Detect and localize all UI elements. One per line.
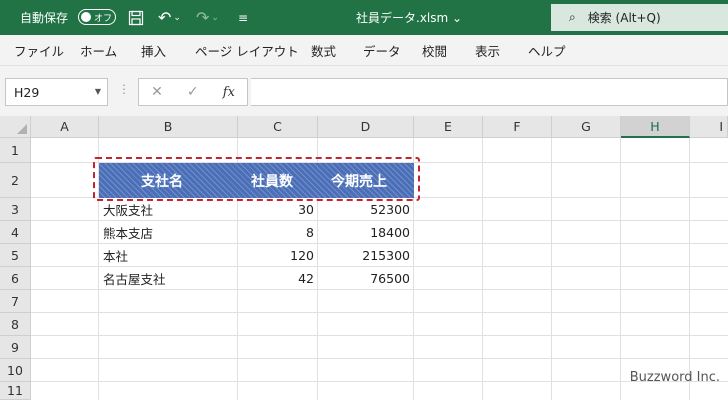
row-header-4[interactable]: 4 bbox=[0, 221, 31, 244]
gridline bbox=[31, 312, 728, 313]
cell-b3[interactable]: 大阪支社 bbox=[99, 198, 238, 221]
cell-c6[interactable]: 42 bbox=[238, 267, 318, 290]
row-header-11[interactable]: 11 bbox=[0, 382, 31, 400]
row-header-1[interactable]: 1 bbox=[0, 138, 31, 163]
cell-b5[interactable]: 本社 bbox=[99, 244, 238, 267]
search-icon: ⌕ bbox=[569, 10, 576, 24]
column-header-b[interactable]: B bbox=[99, 116, 238, 138]
row-header-10[interactable]: 10 bbox=[0, 359, 31, 382]
row-header-6[interactable]: 6 bbox=[0, 267, 31, 290]
column-header-h[interactable]: H bbox=[621, 116, 690, 138]
name-box-dropdown-icon[interactable]: ▼ bbox=[95, 87, 101, 96]
tab-help[interactable]: ヘルプ bbox=[528, 35, 566, 66]
cell-d4[interactable]: 18400 bbox=[318, 221, 414, 244]
row-header-2[interactable]: 2 bbox=[0, 163, 31, 198]
cell-d6[interactable]: 76500 bbox=[318, 267, 414, 290]
worksheet-grid[interactable]: A B C D E F G H I 1 2 3 4 5 6 7 8 9 10 1… bbox=[0, 116, 728, 400]
name-box[interactable]: H29 ▼ bbox=[5, 78, 108, 106]
column-header-d[interactable]: D bbox=[318, 116, 414, 138]
redo-dropdown-icon[interactable]: ⌄ bbox=[211, 13, 219, 23]
gridline bbox=[620, 138, 621, 400]
save-icon[interactable] bbox=[128, 0, 144, 35]
watermark: Buzzword Inc. bbox=[629, 370, 720, 385]
row-header-5[interactable]: 5 bbox=[0, 244, 31, 267]
toggle-knob bbox=[81, 12, 91, 22]
redo-glyph: ↷ bbox=[196, 8, 210, 27]
cell-d5[interactable]: 215300 bbox=[318, 244, 414, 267]
search-box[interactable]: ⌕ 検索 (Alt+Q) bbox=[551, 4, 728, 31]
title-bar: 自動保存 オフ ↶ ⌄ ↷ ⌄ ≡ 社員データ.xlsm ⌄ ⌕ 検索 (Alt… bbox=[0, 0, 728, 35]
column-header-i[interactable]: I bbox=[690, 116, 728, 138]
cell-c3[interactable]: 30 bbox=[238, 198, 318, 221]
tab-home[interactable]: ホーム bbox=[80, 35, 117, 66]
column-header-a[interactable]: A bbox=[31, 116, 99, 138]
insert-function-icon[interactable]: fx bbox=[223, 85, 235, 100]
row-header-7[interactable]: 7 bbox=[0, 290, 31, 313]
tab-formulas[interactable]: 数式 bbox=[311, 35, 336, 66]
customize-qat-icon[interactable]: ≡ bbox=[238, 0, 248, 35]
cell-c4[interactable]: 8 bbox=[238, 221, 318, 244]
enter-icon[interactable]: ✓ bbox=[187, 84, 199, 100]
cell-c5[interactable]: 120 bbox=[238, 244, 318, 267]
gridline bbox=[31, 335, 728, 336]
gridline bbox=[551, 138, 552, 400]
gridline bbox=[31, 358, 728, 359]
cell-d3[interactable]: 52300 bbox=[318, 198, 414, 221]
column-header-c[interactable]: C bbox=[238, 116, 318, 138]
undo-dropdown-icon[interactable]: ⌄ bbox=[173, 13, 181, 23]
column-header-f[interactable]: F bbox=[483, 116, 552, 138]
row-header-3[interactable]: 3 bbox=[0, 198, 31, 221]
row-header-8[interactable]: 8 bbox=[0, 313, 31, 336]
gridline bbox=[482, 138, 483, 400]
tab-page-layout[interactable]: ページ レイアウト bbox=[195, 35, 299, 66]
save-icon-graphic bbox=[128, 10, 144, 25]
autosave-toggle[interactable]: オフ bbox=[78, 9, 116, 25]
tab-review[interactable]: 校閲 bbox=[422, 35, 447, 66]
document-title[interactable]: 社員データ.xlsm ⌄ bbox=[356, 0, 462, 35]
tab-insert[interactable]: 挿入 bbox=[141, 35, 166, 66]
undo-icon[interactable]: ↶ ⌄ bbox=[158, 0, 181, 35]
gridline bbox=[31, 381, 728, 382]
tab-file[interactable]: ファイル bbox=[14, 35, 64, 66]
name-box-value: H29 bbox=[14, 84, 40, 100]
autosave-state: オフ bbox=[94, 13, 113, 24]
column-header-g[interactable]: G bbox=[552, 116, 621, 138]
formula-input[interactable] bbox=[251, 78, 728, 106]
copy-marquee bbox=[93, 157, 420, 201]
cell-b6[interactable]: 名古屋支社 bbox=[99, 267, 238, 290]
redo-icon[interactable]: ↷ ⌄ bbox=[196, 0, 219, 35]
cell-b4[interactable]: 熊本支店 bbox=[99, 221, 238, 244]
formula-bar-grip-icon[interactable]: ⋮ bbox=[118, 82, 130, 96]
formula-buttons: ✕ ✓ fx bbox=[138, 78, 248, 106]
row-header-9[interactable]: 9 bbox=[0, 336, 31, 359]
undo-glyph: ↶ bbox=[158, 8, 172, 27]
cancel-icon[interactable]: ✕ bbox=[151, 84, 163, 100]
ribbon-tabs: ファイル ホーム 挿入 ページ レイアウト 数式 データ 校閲 表示 ヘルプ bbox=[0, 35, 728, 66]
column-header-e[interactable]: E bbox=[414, 116, 483, 138]
autosave-label: 自動保存 bbox=[20, 11, 69, 25]
select-all-triangle-icon bbox=[17, 124, 27, 134]
tab-data[interactable]: データ bbox=[363, 35, 401, 66]
select-all-button[interactable] bbox=[0, 116, 31, 138]
tab-view[interactable]: 表示 bbox=[475, 35, 500, 66]
gridline bbox=[689, 138, 690, 400]
formula-bar-area: H29 ▼ ⋮ ✕ ✓ fx bbox=[0, 66, 728, 116]
search-label: 検索 (Alt+Q) bbox=[587, 11, 661, 25]
